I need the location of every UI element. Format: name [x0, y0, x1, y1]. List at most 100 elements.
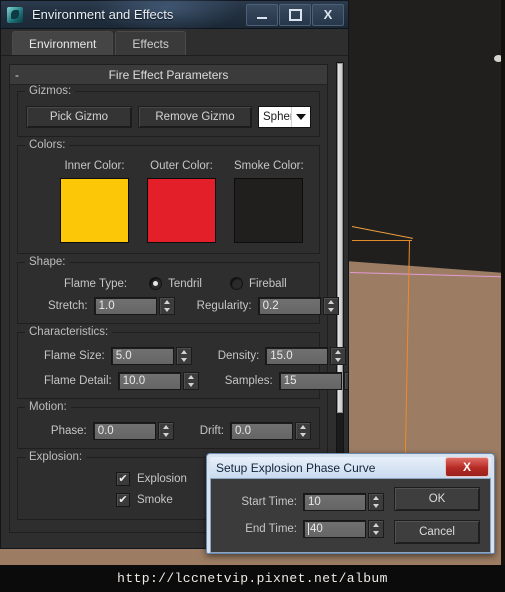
stretch-spinner-buttons[interactable]	[158, 297, 175, 315]
end-time-spinner[interactable]: 40	[303, 520, 384, 538]
spinner-down-icon[interactable]	[177, 356, 191, 364]
motion-group-title: Motion:	[25, 401, 71, 413]
wireframe-line-orange-lower	[352, 240, 412, 241]
flame-detail-label: Flame Detail:	[44, 375, 112, 387]
rollout-header[interactable]: - Fire Effect Parameters	[10, 65, 327, 85]
colors-group-title: Colors:	[25, 139, 70, 151]
tab-strip: Environment Effects	[1, 29, 348, 56]
start-time-row: Start Time: 10	[221, 493, 384, 511]
flame-detail-samples-row: Flame Detail: 10.0 Samples: 15	[26, 372, 348, 390]
flame-size-spinner-buttons[interactable]	[175, 347, 192, 365]
start-time-spinner[interactable]: 10	[303, 493, 384, 511]
gizmo-select[interactable]: SphereGizmo001	[258, 106, 311, 128]
phase-value[interactable]: 0.0	[92, 422, 156, 440]
samples-spinner-buttons[interactable]	[343, 372, 348, 390]
outer-color-cell: Outer Color:	[147, 160, 216, 243]
samples-spinner[interactable]: 15	[278, 372, 348, 390]
maximize-button[interactable]	[279, 3, 311, 26]
dialog-titlebar[interactable]: Setup Explosion Phase Curve X	[210, 457, 491, 478]
regularity-value[interactable]: 0.2	[257, 297, 321, 315]
phase-spinner[interactable]: 0.0	[92, 422, 174, 440]
tab-effects[interactable]: Effects	[115, 31, 186, 55]
minimize-button[interactable]	[246, 3, 278, 26]
spinner-down-icon[interactable]	[160, 306, 174, 314]
density-label: Density:	[217, 350, 260, 362]
pick-gizmo-button[interactable]: Pick Gizmo	[26, 106, 132, 128]
remove-gizmo-button[interactable]: Remove Gizmo	[138, 106, 252, 128]
dialog-close-button[interactable]: X	[445, 457, 489, 477]
spinner-up-icon[interactable]	[159, 423, 173, 431]
density-spinner[interactable]: 15.0	[265, 347, 347, 365]
explosion-checkbox[interactable]: ✔	[116, 472, 130, 486]
flame-detail-spinner[interactable]: 10.0	[117, 372, 199, 390]
gizmo-select-value[interactable]: SphereGizmo001	[259, 107, 291, 127]
smoke-checkbox-label: Smoke	[137, 494, 173, 506]
regularity-spinner[interactable]: 0.2	[257, 297, 339, 315]
spinner-down-icon[interactable]	[324, 306, 338, 314]
spinner-down-icon[interactable]	[369, 502, 383, 510]
spinner-down-icon[interactable]	[184, 381, 198, 389]
phase-drift-row: Phase: 0.0 Drift: 0.0	[26, 422, 311, 440]
window-titlebar[interactable]: Environment and Effects X	[1, 0, 348, 33]
spinner-up-icon[interactable]	[369, 521, 383, 529]
drift-spinner-buttons[interactable]	[295, 422, 311, 440]
inner-color-label: Inner Color:	[64, 160, 125, 172]
start-time-value[interactable]: 10	[303, 493, 366, 511]
flame-detail-value[interactable]: 10.0	[117, 372, 181, 390]
cancel-button[interactable]: Cancel	[394, 520, 480, 544]
spinner-down-icon[interactable]	[296, 431, 310, 439]
wireframe-line-orange-upper	[351, 226, 413, 239]
spinner-down-icon[interactable]	[369, 529, 383, 537]
smoke-checkbox[interactable]: ✔	[116, 493, 130, 507]
stretch-value[interactable]: 1.0	[93, 297, 157, 315]
regularity-spinner-buttons[interactable]	[322, 297, 339, 315]
start-time-spinner-buttons[interactable]	[368, 493, 384, 511]
spinner-up-icon[interactable]	[184, 373, 198, 381]
spinner-down-icon[interactable]	[345, 381, 348, 389]
chevron-down-icon[interactable]	[291, 107, 310, 127]
flame-size-label: Flame Size:	[44, 350, 105, 362]
flame-size-value[interactable]: 5.0	[110, 347, 174, 365]
outer-color-swatch[interactable]	[147, 178, 216, 243]
flame-type-label: Flame Type:	[64, 277, 128, 290]
close-button[interactable]: X	[312, 3, 344, 26]
radio-tendril[interactable]	[149, 277, 163, 290]
explosion-checkbox-label: Explosion	[137, 473, 187, 485]
smoke-color-swatch[interactable]	[234, 178, 304, 243]
end-time-row: End Time: 40	[221, 520, 384, 538]
samples-value[interactable]: 15	[278, 372, 342, 390]
spinner-up-icon[interactable]	[160, 298, 174, 306]
spinner-down-icon[interactable]	[331, 356, 345, 364]
characteristics-group: Characteristics: Flame Size: 5.0 Density…	[17, 326, 348, 399]
flame-detail-spinner-buttons[interactable]	[182, 372, 199, 390]
end-time-field[interactable]: 40	[303, 520, 366, 538]
spinner-up-icon[interactable]	[177, 348, 191, 356]
density-spinner-buttons[interactable]	[330, 347, 347, 365]
spinner-up-icon[interactable]	[331, 348, 345, 356]
viewport-right-edge	[501, 0, 505, 592]
environment-app-icon	[7, 6, 23, 23]
rollout-title: Fire Effect Parameters	[108, 67, 229, 82]
flame-size-spinner[interactable]: 5.0	[110, 347, 192, 365]
spinner-up-icon[interactable]	[324, 298, 338, 306]
collapse-icon[interactable]: -	[15, 69, 19, 81]
radio-fireball[interactable]	[229, 277, 243, 290]
spinner-up-icon[interactable]	[345, 373, 348, 381]
inner-color-swatch[interactable]	[60, 178, 129, 243]
ok-button[interactable]: OK	[394, 487, 480, 511]
smoke-color-cell: Smoke Color:	[234, 160, 304, 243]
spinner-up-icon[interactable]	[369, 494, 383, 502]
text-cursor	[308, 523, 309, 535]
dialog-buttons: OK Cancel	[384, 487, 480, 544]
color-swatches: Inner Color: Outer Color: Smoke Color:	[26, 160, 311, 243]
spinner-up-icon[interactable]	[296, 423, 310, 431]
drift-spinner[interactable]: 0.0	[230, 422, 311, 440]
spinner-down-icon[interactable]	[159, 431, 173, 439]
density-value[interactable]: 15.0	[265, 347, 329, 365]
drift-value[interactable]: 0.0	[230, 422, 293, 440]
flame-size-density-row: Flame Size: 5.0 Density: 15.0	[26, 347, 347, 365]
phase-spinner-buttons[interactable]	[157, 422, 174, 440]
stretch-spinner[interactable]: 1.0	[93, 297, 175, 315]
end-time-spinner-buttons[interactable]	[368, 520, 384, 538]
tab-environment[interactable]: Environment	[12, 31, 114, 55]
